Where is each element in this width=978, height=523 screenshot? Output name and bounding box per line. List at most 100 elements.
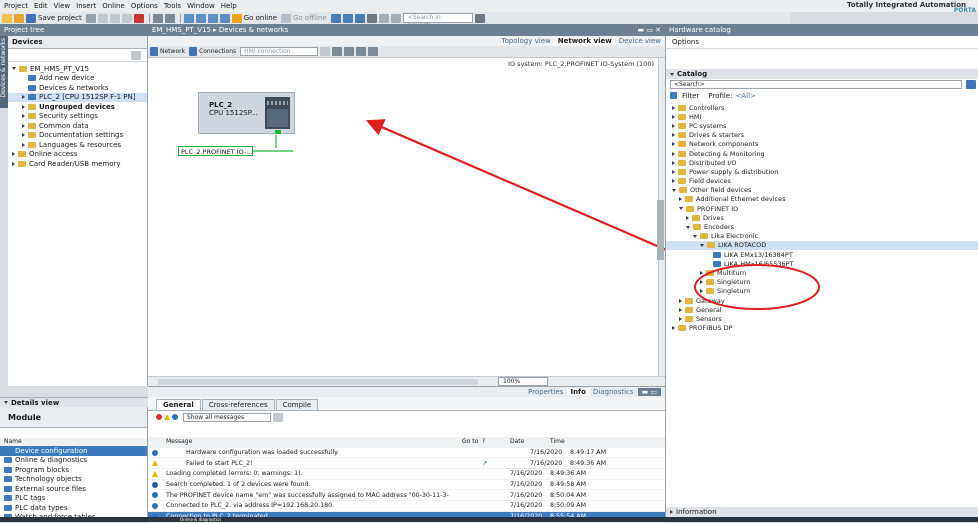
details-item[interactable]: Online & diagnostics xyxy=(0,456,147,466)
copy-icon[interactable] xyxy=(109,13,120,23)
details-item[interactable]: PLC data types xyxy=(0,503,147,513)
taskbar-item[interactable]: Online & diagnostics xyxy=(180,517,221,522)
info-tab[interactable]: Info xyxy=(567,388,589,396)
chevron-right-icon[interactable] xyxy=(22,142,25,147)
chevron-right-icon[interactable] xyxy=(672,160,675,165)
catalog-item[interactable]: HMI xyxy=(666,112,978,121)
go-online-button[interactable]: Go online xyxy=(244,14,277,22)
menu-item[interactable]: Tools xyxy=(164,2,181,10)
connections-button[interactable]: Connections xyxy=(199,48,236,55)
message-row[interactable]: Loading completed (errors: 0; warnings: … xyxy=(148,469,665,480)
catalog-item[interactable]: Network components xyxy=(666,140,978,149)
chevron-right-icon[interactable] xyxy=(22,114,25,119)
save-icon[interactable] xyxy=(26,13,36,23)
inspector-subtab[interactable]: General xyxy=(156,399,201,410)
tree-item[interactable]: Card Reader/USB memory xyxy=(8,159,147,169)
chevron-right-icon[interactable] xyxy=(686,215,689,220)
chevron-right-icon[interactable] xyxy=(679,316,682,321)
upload-icon[interactable] xyxy=(207,13,218,23)
chevron-down-icon[interactable] xyxy=(700,243,704,247)
topology-view-tab[interactable]: Topology view xyxy=(501,37,550,45)
relations-icon[interactable] xyxy=(332,47,343,56)
catalog-item[interactable]: PROFIBUS DP xyxy=(666,324,978,333)
tree-item[interactable]: Security settings xyxy=(8,112,147,122)
go-offline-icon[interactable] xyxy=(281,13,291,23)
catalog-item[interactable]: Controllers xyxy=(666,103,978,112)
chevron-right-icon[interactable] xyxy=(22,104,25,109)
chevron-right-icon[interactable] xyxy=(679,298,682,303)
catalog-item[interactable]: Additional Ethernet devices xyxy=(666,195,978,204)
network-view-tab[interactable]: Network view xyxy=(554,37,615,45)
profinet-network-label[interactable]: PLC_2.PROFINET IO-... xyxy=(178,146,253,156)
undo-icon[interactable] xyxy=(152,13,163,23)
details-item[interactable]: Device configuration xyxy=(0,446,147,456)
tree-item[interactable]: Devices & networks xyxy=(8,83,147,93)
split-vertical-icon[interactable] xyxy=(390,13,401,23)
details-item[interactable]: Program blocks xyxy=(0,465,147,475)
module-tab[interactable]: Module xyxy=(8,413,41,422)
chevron-right-icon[interactable] xyxy=(700,270,703,275)
catalog-item[interactable]: LIKA HMx16/65536PT xyxy=(666,259,978,268)
properties-tab[interactable]: Properties xyxy=(528,388,563,396)
menu-item[interactable]: Online xyxy=(102,2,125,10)
inspector-subtab[interactable]: Compile xyxy=(275,399,319,410)
menu-item[interactable]: Window xyxy=(187,2,215,10)
chevron-right-icon[interactable] xyxy=(700,280,703,285)
compile-icon[interactable] xyxy=(183,13,194,23)
chevron-right-icon[interactable] xyxy=(22,123,25,128)
menu-item[interactable]: View xyxy=(54,2,71,10)
chevron-down-icon[interactable] xyxy=(686,225,690,229)
chevron-down-icon[interactable] xyxy=(12,67,16,71)
catalog-item[interactable]: Encoders xyxy=(666,222,978,231)
tree-item[interactable]: Add new device xyxy=(8,74,147,84)
chevron-down-icon[interactable] xyxy=(679,207,683,211)
catalog-item[interactable]: Detecting & Monitoring xyxy=(666,149,978,158)
open-project-icon[interactable] xyxy=(14,13,24,23)
print-icon[interactable] xyxy=(85,13,96,23)
chevron-right-icon[interactable] xyxy=(672,105,675,110)
zoom-in-icon[interactable] xyxy=(368,47,379,56)
redo-icon[interactable] xyxy=(164,13,175,23)
chevron-right-icon[interactable] xyxy=(672,133,675,138)
network-icon[interactable] xyxy=(150,47,158,56)
download-icon[interactable] xyxy=(195,13,206,23)
details-item[interactable]: PLC tags xyxy=(0,494,147,504)
warning-filter-icon[interactable] xyxy=(164,414,170,420)
save-project-button[interactable]: Save project xyxy=(38,14,82,22)
dropdown-arrow-icon[interactable] xyxy=(273,412,283,422)
diagnostics-tab[interactable]: Diagnostics xyxy=(593,388,634,396)
tree-item[interactable]: Common data xyxy=(8,121,147,131)
catalog-item[interactable]: LIKA EMx13/16384PT xyxy=(666,250,978,259)
catalog-scrollbar[interactable] xyxy=(657,200,664,260)
catalog-item[interactable]: PROFINET IO xyxy=(666,204,978,213)
project-tree-side-strip[interactable]: Devices & networks xyxy=(0,36,8,108)
chevron-right-icon[interactable] xyxy=(672,142,675,147)
close-x-icon[interactable] xyxy=(366,13,377,23)
connection-type-select[interactable]: HMI connection xyxy=(240,47,319,56)
split-editor-icon[interactable] xyxy=(354,13,365,23)
catalog-item[interactable]: Field devices xyxy=(666,177,978,186)
devices-tab[interactable]: Devices xyxy=(12,38,43,46)
menu-item[interactable]: Insert xyxy=(76,2,96,10)
menu-item[interactable]: Project xyxy=(4,2,28,10)
tree-item[interactable]: Documentation settings xyxy=(8,131,147,141)
chevron-right-icon[interactable] xyxy=(679,307,682,312)
inspector-subtab[interactable]: Cross-references xyxy=(201,399,275,410)
message-row[interactable]: Failed to start PLC_2! ↗ 7/16/2020 8:49:36 … xyxy=(148,458,665,470)
info-filter-icon[interactable] xyxy=(172,414,178,420)
message-row[interactable]: Connected to PLC_2, via address IP=192.1… xyxy=(148,501,665,512)
catalog-search-input[interactable]: <Search> xyxy=(670,80,962,89)
chevron-down-icon[interactable] xyxy=(693,234,697,238)
chevron-right-icon[interactable] xyxy=(672,326,675,331)
horizontal-scrollbar[interactable] xyxy=(158,378,478,385)
chevron-right-icon[interactable] xyxy=(12,161,15,166)
project-search-input[interactable]: <Search in project> xyxy=(402,13,473,29)
catalog-item[interactable]: LIKA ROTACOD xyxy=(666,240,978,250)
network-button[interactable]: Network xyxy=(160,48,185,55)
chevron-right-icon[interactable] xyxy=(672,123,675,128)
catalog-section-header[interactable]: Catalog xyxy=(666,69,978,79)
go-online-icon[interactable] xyxy=(231,13,242,23)
split-horizontal-icon[interactable] xyxy=(378,13,389,23)
catalog-item[interactable]: Singleturn xyxy=(666,287,978,296)
chevron-right-icon[interactable] xyxy=(672,114,675,119)
